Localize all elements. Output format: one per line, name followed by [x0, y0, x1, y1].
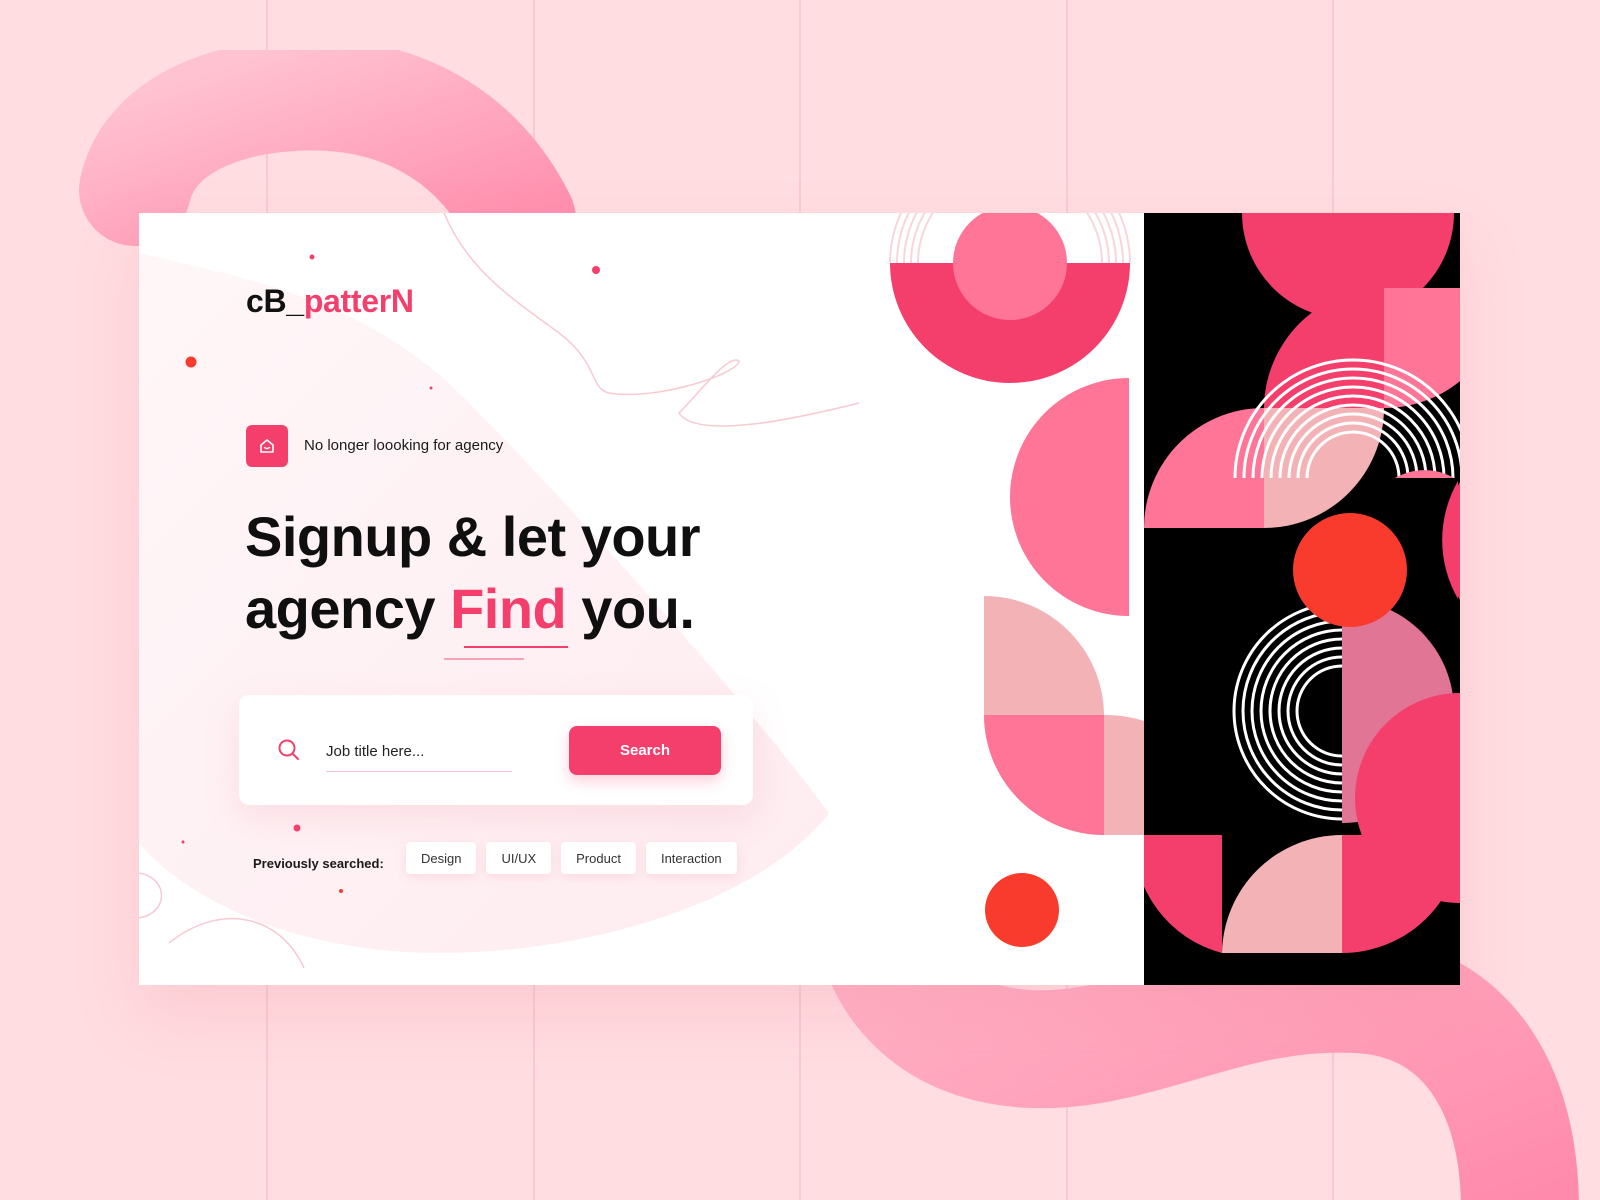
red-dot-shape [985, 873, 1059, 947]
tag-product[interactable]: Product [561, 842, 636, 874]
search-bar: Search [239, 695, 753, 805]
badge-text: No longer loooking for agency [304, 437, 504, 454]
page-headline: Signup & let your agency Find you. [245, 501, 701, 645]
geometric-pattern-dark [1133, 213, 1460, 985]
headline-text: agency [245, 577, 451, 640]
headline-line-2: agency Find you. [245, 573, 700, 645]
quarter-circle-shape [984, 715, 1104, 835]
tag-ui-ux[interactable]: UI/UX [486, 842, 552, 874]
logo-text-accent: patterN [303, 283, 414, 319]
quarter-circle-shape [984, 596, 1104, 715]
brand-logo[interactable]: cB_patterN [246, 283, 414, 320]
headline-accent-word: Find [450, 577, 567, 640]
job-title-input[interactable] [326, 731, 512, 772]
headline-text: you. [566, 577, 695, 640]
pattern-shapes [1133, 213, 1460, 953]
search-icon [278, 739, 299, 760]
home-icon [246, 425, 288, 467]
accent-underline-secondary [444, 658, 524, 660]
quarter-circle-shape [1104, 714, 1144, 835]
headline-line-1: Signup & let your [245, 505, 701, 568]
accent-underline [464, 646, 568, 648]
previously-searched-label: Previously searched: [253, 856, 384, 871]
geometric-pattern-light [889, 213, 1144, 947]
previously-searched-tags: Design UI/UX Product Interaction [406, 842, 737, 874]
logo-text-dark: cB_ [246, 283, 304, 319]
tag-interaction[interactable]: Interaction [645, 842, 737, 874]
half-circle-shape [1010, 378, 1129, 616]
tag-design[interactable]: Design [406, 842, 477, 874]
landing-card: cB_patterN No longer loooking for agency… [139, 213, 1460, 985]
search-button[interactable]: Search [569, 726, 721, 775]
